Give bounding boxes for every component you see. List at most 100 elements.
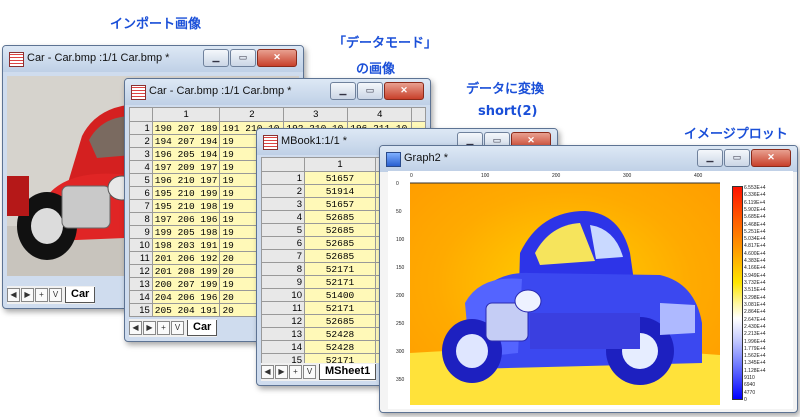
- data-mode-window-titlebar[interactable]: Car - Car.bmp :1/1 Car.bmp * ▁ ▭ ✕: [125, 79, 430, 105]
- row-header[interactable]: 7: [261, 249, 305, 263]
- row-header[interactable]: 6: [129, 186, 153, 200]
- row-header[interactable]: 9: [261, 275, 305, 289]
- table-cell[interactable]: 52428: [304, 327, 376, 341]
- table-cell[interactable]: 52171: [304, 275, 376, 289]
- close-button[interactable]: ✕: [751, 149, 791, 167]
- row-header[interactable]: 12: [129, 264, 153, 278]
- table-cell[interactable]: 201 208 199: [151, 264, 221, 278]
- next-sheet-button[interactable]: ▶: [143, 321, 156, 335]
- table-cell[interactable]: 52685: [304, 314, 376, 328]
- graph-window[interactable]: Graph2 * ▁ ▭ ✕ 1: [379, 145, 798, 413]
- prev-sheet-button[interactable]: ◀: [261, 365, 274, 379]
- table-cell[interactable]: 51657: [304, 171, 376, 185]
- row-header[interactable]: 13: [129, 277, 153, 291]
- row-header[interactable]: 15: [129, 303, 153, 317]
- table-cell[interactable]: 200 207 199: [151, 277, 221, 291]
- column-header[interactable]: 1: [304, 157, 376, 172]
- row-header[interactable]: 5: [129, 173, 153, 187]
- close-button[interactable]: ✕: [257, 49, 297, 67]
- graph-window-titlebar[interactable]: Graph2 * ▁ ▭ ✕: [380, 146, 797, 172]
- table-cell[interactable]: 204 206 196: [151, 290, 221, 304]
- table-cell[interactable]: 52171: [304, 353, 376, 363]
- minimize-button[interactable]: ▁: [330, 82, 356, 100]
- table-cell[interactable]: 52685: [304, 223, 376, 237]
- row-header[interactable]: 15: [261, 353, 305, 363]
- table-cell[interactable]: 201 206 192: [151, 251, 221, 265]
- row-header[interactable]: 13: [261, 327, 305, 341]
- row-header[interactable]: 14: [129, 290, 153, 304]
- column-header[interactable]: 1: [151, 107, 221, 122]
- table-cell[interactable]: 197 209 197: [151, 160, 221, 174]
- column-header[interactable]: 3: [283, 107, 349, 122]
- next-sheet-button[interactable]: ▶: [21, 288, 34, 302]
- add-sheet-button[interactable]: +: [35, 288, 48, 302]
- table-cell[interactable]: 51914: [304, 184, 376, 198]
- graph-icon: [386, 152, 401, 167]
- sheet-list-button[interactable]: V: [49, 288, 62, 302]
- image-plot[interactable]: [410, 183, 720, 405]
- row-header[interactable]: 7: [129, 199, 153, 213]
- corner-cell[interactable]: [261, 157, 305, 172]
- table-cell[interactable]: 52685: [304, 249, 376, 263]
- row-header[interactable]: 2: [261, 184, 305, 198]
- row-header[interactable]: 10: [261, 288, 305, 302]
- row-header[interactable]: 3: [261, 197, 305, 211]
- row-header[interactable]: 5: [261, 223, 305, 237]
- table-cell[interactable]: 51657: [304, 197, 376, 211]
- row-header[interactable]: 4: [261, 210, 305, 224]
- table-cell[interactable]: 190 207 189: [151, 121, 221, 135]
- restore-button[interactable]: ▭: [357, 82, 383, 100]
- row-header[interactable]: 11: [261, 301, 305, 315]
- sheet-tab-car[interactable]: Car: [65, 287, 96, 303]
- sheet-tab-car[interactable]: Car: [187, 320, 218, 336]
- next-sheet-button[interactable]: ▶: [275, 365, 288, 379]
- table-cell[interactable]: 199 205 198: [151, 225, 221, 239]
- table-cell[interactable]: 195 210 198: [151, 199, 221, 213]
- row-header[interactable]: 1: [261, 171, 305, 185]
- table-cell[interactable]: 196 210 197: [151, 173, 221, 187]
- caption-short: short(2): [478, 104, 538, 119]
- image-window-titlebar[interactable]: Car - Car.bmp :1/1 Car.bmp * ▁ ▭ ✕: [3, 46, 303, 72]
- table-cell[interactable]: 197 206 196: [151, 212, 221, 226]
- row-header[interactable]: 1: [129, 121, 153, 135]
- row-header[interactable]: 2: [129, 134, 153, 148]
- column-header[interactable]: 2: [219, 107, 285, 122]
- row-header[interactable]: 9: [129, 225, 153, 239]
- sheet-list-button[interactable]: V: [171, 321, 184, 335]
- row-header[interactable]: 3: [129, 147, 153, 161]
- add-sheet-button[interactable]: +: [157, 321, 170, 335]
- minimize-button[interactable]: ▁: [697, 149, 723, 167]
- minimize-button[interactable]: ▁: [203, 49, 229, 67]
- table-cell[interactable]: 52685: [304, 210, 376, 224]
- corner-cell[interactable]: [129, 107, 153, 122]
- row-header[interactable]: 8: [129, 212, 153, 226]
- row-header[interactable]: 8: [261, 262, 305, 276]
- table-cell[interactable]: 194 207 194: [151, 134, 221, 148]
- restore-button[interactable]: ▭: [724, 149, 750, 167]
- close-button[interactable]: ✕: [384, 82, 424, 100]
- sheet-list-button[interactable]: V: [303, 365, 316, 379]
- table-cell[interactable]: 198 203 191: [151, 238, 221, 252]
- mbook-window-title: MBook1:1/1 *: [281, 135, 348, 147]
- table-cell[interactable]: 195 210 199: [151, 186, 221, 200]
- table-cell[interactable]: 205 204 191: [151, 303, 221, 317]
- column-header[interactable]: 4: [347, 107, 413, 122]
- row-header[interactable]: 11: [129, 251, 153, 265]
- row-header[interactable]: 12: [261, 314, 305, 328]
- add-sheet-button[interactable]: +: [289, 365, 302, 379]
- table-cell[interactable]: 52171: [304, 301, 376, 315]
- graph-window-title: Graph2 *: [404, 152, 449, 164]
- restore-button[interactable]: ▭: [230, 49, 256, 67]
- row-header[interactable]: 4: [129, 160, 153, 174]
- table-cell[interactable]: 52428: [304, 340, 376, 354]
- table-cell[interactable]: 51400: [304, 288, 376, 302]
- table-cell[interactable]: 52171: [304, 262, 376, 276]
- row-header[interactable]: 6: [261, 236, 305, 250]
- prev-sheet-button[interactable]: ◀: [7, 288, 20, 302]
- sheet-tab-msheet1[interactable]: MSheet1: [319, 364, 377, 380]
- prev-sheet-button[interactable]: ◀: [129, 321, 142, 335]
- row-header[interactable]: 10: [129, 238, 153, 252]
- table-cell[interactable]: 52685: [304, 236, 376, 250]
- row-header[interactable]: 14: [261, 340, 305, 354]
- table-cell[interactable]: 196 205 194: [151, 147, 221, 161]
